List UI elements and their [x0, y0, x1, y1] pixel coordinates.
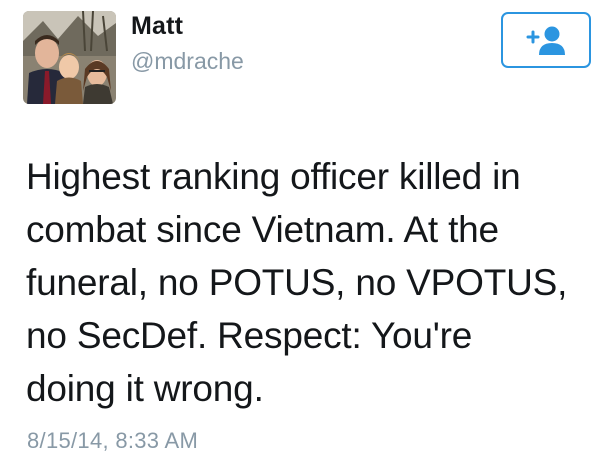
follow-button[interactable] — [501, 12, 591, 68]
tweet-card: Matt @mdrache Highest ranking officer ki… — [0, 0, 600, 472]
user-handle[interactable]: @mdrache — [131, 48, 244, 75]
avatar[interactable] — [23, 11, 116, 104]
tweet-timestamp[interactable]: 8/15/14, 8:33 AM — [27, 428, 198, 454]
display-name[interactable]: Matt — [131, 12, 183, 41]
add-user-icon — [526, 26, 565, 55]
tweet-text: Highest ranking officer killed in combat… — [26, 156, 568, 409]
profile-photo-icon — [23, 11, 116, 104]
